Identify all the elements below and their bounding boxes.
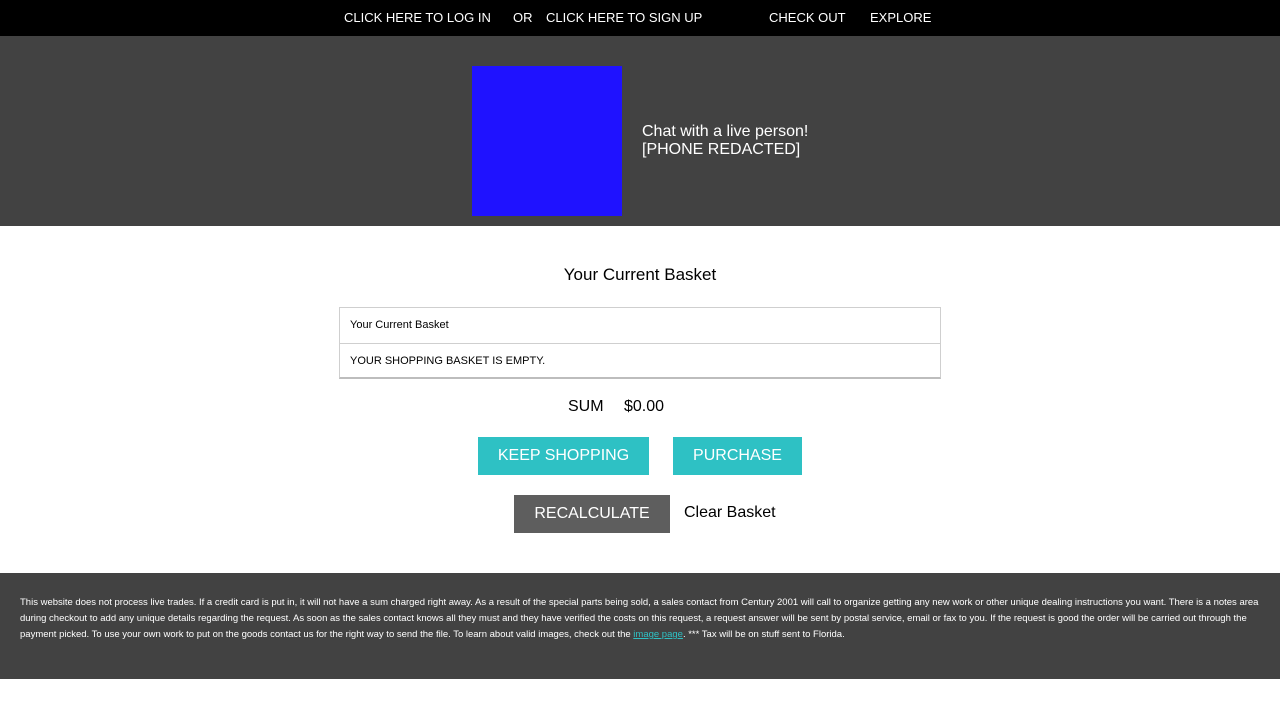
basket-table: Your Current Basket YOUR SHOPPING BASKET…: [339, 307, 941, 379]
logo-placeholder: [472, 66, 622, 216]
purchase-button[interactable]: PURCHASE: [673, 437, 802, 475]
basket-table-header: Your Current Basket: [350, 319, 449, 331]
sum-label: SUM: [568, 398, 604, 415]
disclaimer-text: This website does not process live trade…: [20, 595, 1260, 643]
image-page-link[interactable]: image page: [633, 629, 683, 640]
phone-number: [PHONE REDACTED]: [642, 141, 801, 158]
footer-disclaimer: This website does not process live trade…: [0, 573, 1280, 679]
or-separator: OR: [513, 10, 533, 25]
recalculate-button[interactable]: RECALCULATE: [514, 495, 670, 533]
signup-link[interactable]: CLICK HERE TO SIGN UP: [546, 10, 702, 26]
disclaimer-text-tail: . *** Tax will be on stuff sent to Flori…: [682, 629, 845, 640]
explore-link[interactable]: EXPLORE: [870, 10, 931, 26]
basket-empty-message: YOUR SHOPPING BASKET IS EMPTY.: [340, 343, 940, 378]
chat-prompt: Chat with a live person!: [642, 123, 809, 140]
login-link[interactable]: CLICK HERE TO LOG IN: [344, 10, 491, 26]
clear-basket-link[interactable]: Clear Basket: [684, 504, 776, 522]
checkout-link[interactable]: CHECK OUT: [769, 10, 846, 26]
keep-shopping-button[interactable]: KEEP SHOPPING: [478, 437, 649, 475]
sum-value: $0.00: [624, 398, 665, 415]
top-nav-bar: CLICK HERE TO LOG IN OR CLICK HERE TO SI…: [0, 0, 1280, 36]
basket-title: Your Current Basket: [563, 265, 717, 284]
hero-banner: Chat with a live person! [PHONE REDACTED…: [0, 36, 1280, 226]
live-chat-info: Chat with a live person! [PHONE REDACTED…: [642, 123, 808, 159]
